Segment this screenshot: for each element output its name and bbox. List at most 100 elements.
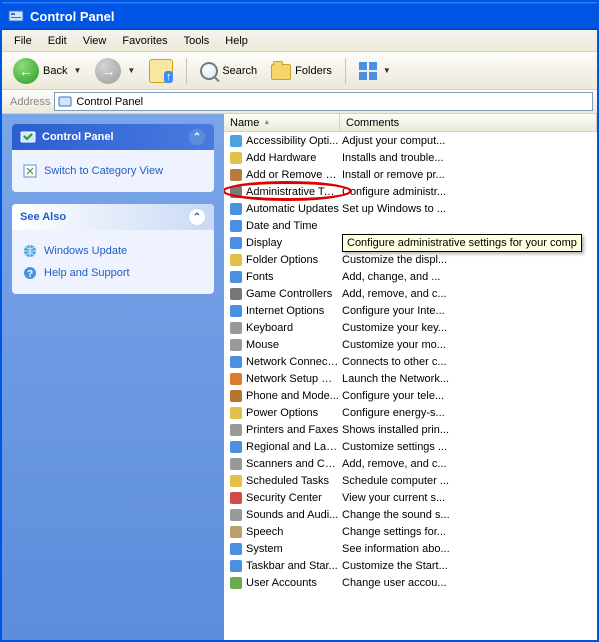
- windows-update-link[interactable]: Windows Update: [22, 240, 204, 262]
- up-button[interactable]: [144, 56, 178, 86]
- item-icon: [228, 253, 244, 267]
- item-comment: Schedule computer ...: [340, 475, 597, 487]
- item-name: Network Connecti...: [246, 356, 340, 368]
- collapse-icon[interactable]: ⌃: [188, 208, 206, 226]
- list-item[interactable]: User AccountsChange user accou...: [224, 574, 597, 591]
- list-item[interactable]: Add HardwareInstalls and trouble...: [224, 149, 597, 166]
- list-item[interactable]: KeyboardCustomize your key...: [224, 319, 597, 336]
- item-name: Add Hardware: [246, 152, 340, 164]
- list-item[interactable]: Phone and Mode...Configure your tele...: [224, 387, 597, 404]
- item-name: Add or Remove P...: [246, 169, 340, 181]
- list-item[interactable]: FontsAdd, change, and ...: [224, 268, 597, 285]
- help-and-support-link[interactable]: ? Help and Support: [22, 262, 204, 284]
- list-item[interactable]: SystemSee information abo...: [224, 540, 597, 557]
- toolbar-separator: [186, 58, 187, 84]
- back-button[interactable]: ← Back ▼: [8, 55, 86, 87]
- item-name: Power Options: [246, 407, 340, 419]
- list-item[interactable]: Taskbar and Star...Customize the Start..…: [224, 557, 597, 574]
- item-comment: Configure your Inte...: [340, 305, 597, 317]
- list-item[interactable]: Accessibility Opti...Adjust your comput.…: [224, 132, 597, 149]
- item-name: Network Setup W...: [246, 373, 340, 385]
- list-item[interactable]: Security CenterView your current s...: [224, 489, 597, 506]
- folders-button[interactable]: Folders: [266, 59, 337, 83]
- list-item[interactable]: Date and Time: [224, 217, 597, 234]
- column-header-comments[interactable]: Comments: [340, 114, 597, 131]
- list-item[interactable]: Power OptionsConfigure energy-s...: [224, 404, 597, 421]
- collapse-icon[interactable]: ⌃: [188, 128, 206, 146]
- item-name: Automatic Updates: [246, 203, 340, 215]
- address-bar: Address Control Panel: [2, 90, 597, 114]
- task-panel-header[interactable]: See Also ⌃: [12, 204, 214, 230]
- item-comment: Install or remove pr...: [340, 169, 597, 181]
- list-item[interactable]: Network Connecti...Connects to other c..…: [224, 353, 597, 370]
- list-item[interactable]: MouseCustomize your mo...: [224, 336, 597, 353]
- item-name: Display: [246, 237, 340, 249]
- switch-view-icon: [22, 163, 38, 179]
- list-item[interactable]: Network Setup W...Launch the Network...: [224, 370, 597, 387]
- switch-to-category-view-link[interactable]: Switch to Category View: [22, 160, 204, 182]
- views-button[interactable]: ▼: [354, 59, 396, 83]
- task-panel-see-also: See Also ⌃ Windows Update ? Help a: [12, 204, 214, 294]
- item-comment: Launch the Network...: [340, 373, 597, 385]
- list-item[interactable]: Automatic UpdatesSet up Windows to ...: [224, 200, 597, 217]
- link-label: Windows Update: [44, 245, 127, 257]
- list-item[interactable]: SpeechChange settings for...: [224, 523, 597, 540]
- item-name: Taskbar and Star...: [246, 560, 340, 572]
- item-icon: [228, 457, 244, 471]
- item-comment: Connects to other c...: [340, 356, 597, 368]
- forward-dropdown-icon[interactable]: ▼: [127, 66, 135, 75]
- views-dropdown-icon[interactable]: ▼: [383, 66, 391, 75]
- menu-view[interactable]: View: [75, 32, 115, 50]
- list-item[interactable]: Add or Remove P...Install or remove pr..…: [224, 166, 597, 183]
- address-field[interactable]: Control Panel: [54, 92, 593, 111]
- item-name: Accessibility Opti...: [246, 135, 340, 147]
- item-comment: Add, remove, and c...: [340, 458, 597, 470]
- back-dropdown-icon[interactable]: ▼: [73, 66, 81, 75]
- item-comment: View your current s...: [340, 492, 597, 504]
- control-panel-icon: [20, 129, 36, 145]
- item-icon: [228, 185, 244, 199]
- item-icon: [228, 270, 244, 284]
- list-item[interactable]: Administrative ToolsConfigure administr.…: [224, 183, 597, 200]
- item-comment: Configure energy-s...: [340, 407, 597, 419]
- back-label: Back: [43, 65, 67, 77]
- item-icon: [228, 202, 244, 216]
- list-item[interactable]: Game ControllersAdd, remove, and c...: [224, 285, 597, 302]
- list-item[interactable]: Sounds and Audi...Change the sound s...: [224, 506, 597, 523]
- column-label: Name: [230, 117, 259, 129]
- item-icon: [228, 236, 244, 250]
- forward-button[interactable]: → ▼: [90, 55, 140, 87]
- content-area: Control Panel ⌃ Switch to Category View …: [2, 114, 597, 640]
- titlebar[interactable]: Control Panel: [2, 2, 597, 30]
- menu-tools[interactable]: Tools: [176, 32, 218, 50]
- menu-favorites[interactable]: Favorites: [114, 32, 175, 50]
- item-icon: [228, 355, 244, 369]
- item-icon: [228, 389, 244, 403]
- item-comment: Customize the displ...: [340, 254, 597, 266]
- column-header-name[interactable]: Name ▲: [224, 114, 340, 131]
- item-icon: [228, 338, 244, 352]
- task-panel-header[interactable]: Control Panel ⌃: [12, 124, 214, 150]
- menu-file[interactable]: File: [6, 32, 40, 50]
- item-comment: Adjust your comput...: [340, 135, 597, 147]
- list-item[interactable]: Regional and Lan...Customize settings ..…: [224, 438, 597, 455]
- item-icon: [228, 219, 244, 233]
- item-icon: [228, 406, 244, 420]
- menu-help[interactable]: Help: [217, 32, 256, 50]
- list-item[interactable]: Scanners and Ca...Add, remove, and c...: [224, 455, 597, 472]
- menu-edit[interactable]: Edit: [40, 32, 75, 50]
- item-icon: [228, 491, 244, 505]
- columns-header: Name ▲ Comments: [224, 114, 597, 132]
- item-name: Scheduled Tasks: [246, 475, 340, 487]
- items-list: Accessibility Opti...Adjust your comput.…: [224, 132, 597, 591]
- task-panel-title: Control Panel: [42, 131, 114, 143]
- search-button[interactable]: Search: [195, 59, 262, 83]
- list-item[interactable]: Scheduled TasksSchedule computer ...: [224, 472, 597, 489]
- list-item[interactable]: Printers and FaxesShows installed prin..…: [224, 421, 597, 438]
- item-name: Phone and Mode...: [246, 390, 340, 402]
- window: Control Panel File Edit View Favorites T…: [0, 0, 599, 642]
- views-icon: [359, 62, 377, 80]
- list-item[interactable]: Folder OptionsCustomize the displ...: [224, 251, 597, 268]
- address-label: Address: [6, 96, 54, 108]
- list-item[interactable]: Internet OptionsConfigure your Inte...: [224, 302, 597, 319]
